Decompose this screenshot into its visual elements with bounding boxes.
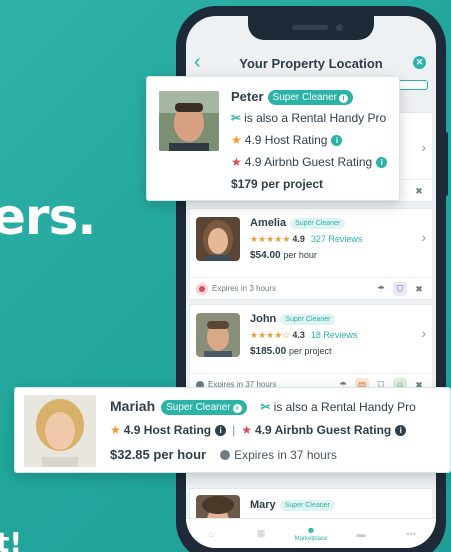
price-value: $32.85 per hour [110, 447, 207, 462]
marketplace-icon: ☻ [306, 525, 316, 535]
back-icon[interactable]: ‹ [194, 51, 201, 74]
chevron-right-icon[interactable]: › [421, 229, 426, 245]
mariah-name-line: Mariah Super Cleaner i ✂ is also a Rental Ha… [110, 398, 416, 415]
home-icon: ⌂ [208, 528, 214, 539]
provider-name-line: Amelia Super Cleaner [250, 217, 346, 229]
list-item[interactable]: Amelia Super Cleaner ★★★★★ 4.9 327 Reviews … [190, 208, 432, 300]
card-icon: ▬ [356, 528, 366, 539]
also-text: is also a Rental Handy Pro [244, 111, 387, 125]
reviews-link[interactable]: 18 Reviews [311, 330, 358, 340]
tab-bar: ⌂ ▦ ☻ Marketplace ▬ ••• [186, 518, 436, 548]
star-rating-icon: ★★★★★ [250, 234, 291, 244]
expiry-text: Expires in 37 hours [234, 448, 337, 462]
host-rating: 4.9 Host Rating [244, 133, 328, 147]
rating-value: 4.3 [292, 330, 305, 340]
divider: | [232, 423, 236, 437]
expiry-text: Expires in 3 hours [212, 284, 277, 293]
close-icon[interactable]: ✕ [413, 56, 426, 69]
star-icon: ★ [231, 155, 242, 169]
tools-icon: ✂ [231, 111, 242, 125]
provider-name: Amelia [250, 217, 287, 229]
tab-payments[interactable]: ▬ [341, 529, 381, 539]
provider-name-line: Mary Super Cleaner [250, 499, 335, 511]
status-badge: Super Cleaner [290, 218, 346, 229]
clock-icon [196, 282, 208, 295]
background-tail-text: t! [0, 526, 23, 552]
guest-rating: 4.9 Airbnb Guest Rating [244, 155, 373, 169]
guest-rating: 4.9 Airbnb Guest Rating [255, 423, 392, 437]
expiry-line: Expires in 37 hours [220, 448, 337, 462]
avatar [24, 395, 96, 467]
avatar [159, 91, 219, 151]
tools-icon: ✂ [260, 400, 271, 414]
peter-also-line: ✂ is also a Rental Handy Pro [231, 111, 386, 125]
no-user-icon: ✖ [415, 283, 423, 294]
rating-line: ★★★★★ 4.9 327 Reviews [250, 234, 362, 245]
price-unit: per project [288, 346, 332, 356]
status-badge: Super Cleaner [280, 314, 336, 325]
also-text: is also a Rental Handy Pro [273, 400, 416, 414]
mariah-price-line: $32.85 per hour Expires in 37 hours [110, 447, 337, 462]
avatar [196, 313, 240, 357]
rating-line: ★★★★☆ 4.3 18 Reviews [250, 330, 357, 341]
price-value: $185.00 [250, 346, 287, 357]
star-icon: ★ [231, 133, 242, 147]
chevron-right-icon[interactable]: › [421, 139, 426, 155]
mariah-popup-card[interactable]: Mariah Super Cleaner i ✂ is also a Rental Ha… [14, 387, 451, 473]
rating-value: 4.9 [292, 234, 305, 244]
tab-calendar[interactable]: ▦ [241, 528, 281, 539]
list-item[interactable]: John Super Cleaner ★★★★☆ 4.3 18 Reviews $18… [190, 304, 432, 396]
provider-name: Mariah [110, 398, 156, 414]
host-rating: 4.9 Host Rating [123, 423, 212, 437]
peter-host-rating-line: ★ 4.9 Host Rating i [231, 133, 343, 147]
status-badge: Super Cleaner i [267, 90, 354, 105]
price-unit: per hour [283, 250, 317, 260]
info-icon[interactable]: i [331, 135, 343, 146]
price-line: $185.00 per project [250, 346, 331, 357]
shield-icon: ⛉ [393, 281, 407, 296]
star-rating-icon: ★★★★☆ [250, 330, 291, 340]
clock-icon [220, 450, 231, 460]
background-headline: ers. [0, 188, 96, 246]
status-badge: Super Cleaner [279, 500, 335, 511]
chevron-right-icon[interactable]: › [421, 325, 426, 341]
badge-label: Super Cleaner [272, 92, 338, 103]
page-title: Your Property Location [239, 55, 383, 71]
provider-name: Mary [250, 499, 276, 511]
badge-label: Super Cleaner [166, 402, 231, 413]
card-footer: Expires in 3 hours ☂ ⛉ ✖ [190, 277, 432, 299]
no-user-icon: ✖ [415, 185, 423, 196]
phone-side-button [444, 132, 448, 196]
tab-home[interactable]: ⌂ [191, 529, 231, 539]
umbrella-icon: ☂ [376, 283, 386, 294]
provider-name-line: John Super Cleaner [250, 313, 336, 325]
more-icon: ••• [406, 528, 416, 539]
phone-notch [248, 16, 374, 40]
peter-name-line: Peter Super Cleaner i [231, 89, 354, 105]
peter-popup-card[interactable]: Peter Super Cleaner i ✂ is also a Rental Ha… [146, 76, 400, 201]
tab-more[interactable]: ••• [391, 529, 431, 539]
provider-name: Peter [231, 89, 264, 104]
tab-marketplace[interactable]: ☻ Marketplace [291, 525, 331, 542]
price-line: $54.00 per hour [250, 250, 317, 261]
star-icon: ★ [241, 423, 253, 437]
info-icon[interactable]: i [232, 404, 242, 413]
info-icon[interactable]: i [395, 425, 407, 436]
reviews-link[interactable]: 327 Reviews [311, 234, 363, 244]
peter-price: $179 per project [231, 177, 324, 191]
info-icon[interactable]: i [339, 94, 349, 103]
info-icon[interactable]: i [215, 425, 227, 436]
calendar-icon: ▦ [256, 528, 266, 538]
price-value: $54.00 [250, 250, 281, 261]
tab-label: Marketplace [294, 536, 328, 542]
status-badge: Super Cleaner i [161, 400, 247, 415]
peter-guest-rating-line: ★ 4.9 Airbnb Guest Rating i [231, 155, 388, 169]
provider-name: John [250, 313, 277, 325]
star-icon: ★ [110, 423, 121, 437]
mariah-rating-line: ★ 4.9 Host Rating i | ★ 4.9 Airbnb Guest Rati… [110, 423, 407, 437]
info-icon[interactable]: i [376, 157, 388, 168]
app-header: ‹ Your Property Location ✕ [186, 48, 436, 78]
avatar [196, 217, 240, 261]
